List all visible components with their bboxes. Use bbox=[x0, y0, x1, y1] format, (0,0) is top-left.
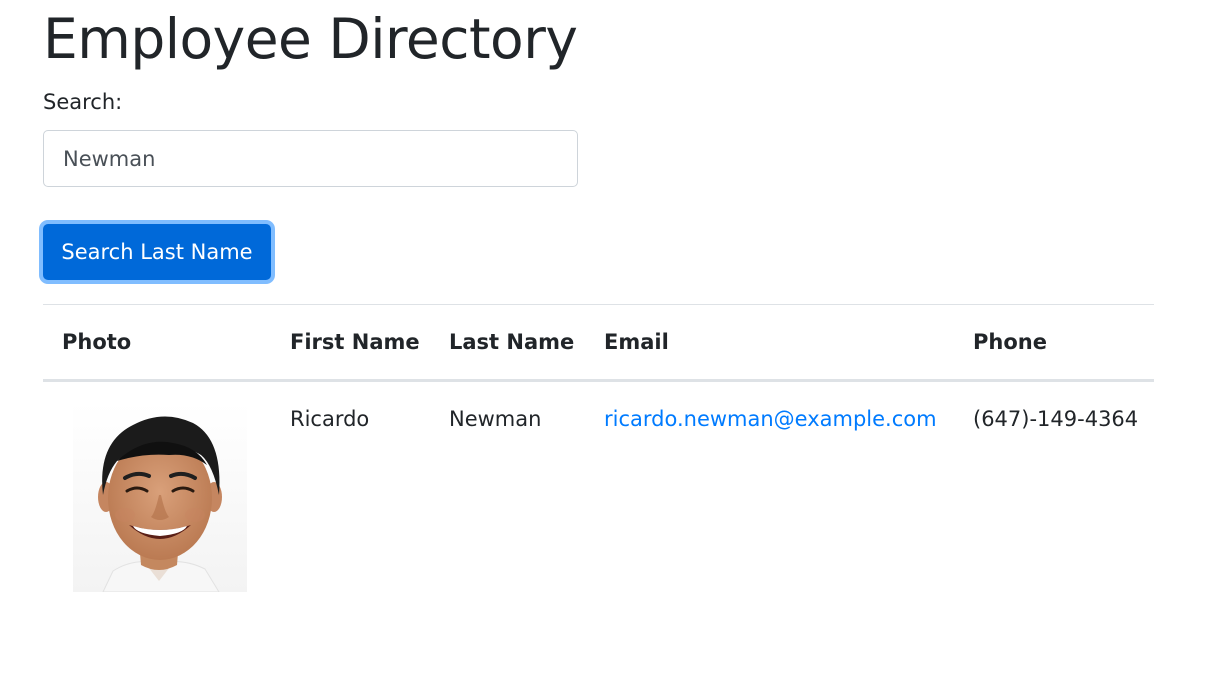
phone-cell: (647)-149-4364 bbox=[973, 407, 1139, 431]
search-last-name-button[interactable]: Search Last Name bbox=[43, 224, 271, 280]
employee-table: Photo First Name Last Name Email Phone R… bbox=[43, 304, 1154, 592]
email-cell: ricardo.newman@example.com bbox=[585, 381, 954, 593]
header-phone: Phone bbox=[954, 304, 1154, 382]
table-header-row: Photo First Name Last Name Email Phone bbox=[43, 304, 1154, 382]
search-label: Search: bbox=[43, 90, 123, 114]
employee-photo bbox=[73, 403, 247, 592]
email-link[interactable]: ricardo.newman@example.com bbox=[604, 407, 937, 431]
header-photo: Photo bbox=[43, 304, 271, 382]
header-last-name: Last Name bbox=[430, 304, 585, 382]
last-name-cell: Newman bbox=[449, 407, 542, 431]
header-first-name: First Name bbox=[271, 304, 430, 382]
table-row: Ricardo Newman ricardo.newman@example.co… bbox=[43, 381, 1154, 593]
page-title: Employee Directory bbox=[43, 7, 578, 71]
search-input[interactable] bbox=[43, 130, 578, 187]
header-email: Email bbox=[585, 304, 954, 382]
first-name-cell: Ricardo bbox=[290, 407, 370, 431]
photo-cell bbox=[43, 381, 271, 592]
